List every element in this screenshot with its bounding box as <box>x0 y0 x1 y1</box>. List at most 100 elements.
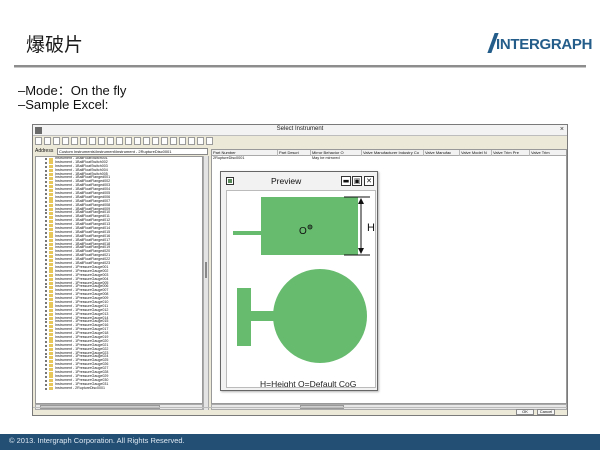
minimize-icon[interactable]: ▬ <box>341 176 351 186</box>
expand-icon[interactable] <box>45 158 47 160</box>
expand-icon[interactable] <box>45 360 47 363</box>
expand-icon[interactable] <box>45 321 47 324</box>
preview-titlebar[interactable]: Preview ▬ ▣ ✕ <box>221 172 377 190</box>
expand-icon[interactable] <box>45 309 47 312</box>
properties-icon[interactable] <box>71 137 78 145</box>
pane-splitter[interactable] <box>203 156 209 410</box>
expand-icon[interactable] <box>45 371 47 374</box>
cancel-button[interactable]: Cancel <box>537 409 555 415</box>
expand-icon[interactable] <box>45 282 47 285</box>
expand-icon[interactable] <box>45 235 47 238</box>
expand-icon[interactable] <box>45 340 47 343</box>
expand-icon[interactable] <box>45 379 47 382</box>
expand-icon[interactable] <box>45 344 47 347</box>
copy-icon[interactable] <box>188 137 195 145</box>
intergraph-logo: INTERGRAPH <box>496 36 593 53</box>
preview-legend: H=Height O=Default CoG <box>260 379 357 388</box>
expand-icon[interactable] <box>45 348 47 351</box>
refresh-icon[interactable] <box>143 137 150 145</box>
filter-icon[interactable] <box>80 137 87 145</box>
list-view-icon[interactable] <box>53 137 60 145</box>
help-icon[interactable] <box>206 137 213 145</box>
find-icon[interactable] <box>98 137 105 145</box>
address-row: Address Custom Instruments\Instrument\In… <box>35 148 235 156</box>
up-folder-icon[interactable] <box>44 137 51 145</box>
expand-icon[interactable] <box>45 220 47 223</box>
expand-icon[interactable] <box>45 255 47 258</box>
swap-icon[interactable] <box>170 137 177 145</box>
expand-icon[interactable] <box>45 200 47 203</box>
expand-icon[interactable] <box>45 259 47 262</box>
expand-icon[interactable] <box>45 196 47 199</box>
expand-icon[interactable] <box>45 247 47 250</box>
expand-icon[interactable] <box>45 356 47 359</box>
expand-icon[interactable] <box>45 387 47 390</box>
expand-icon[interactable] <box>45 368 47 371</box>
expand-icon[interactable] <box>45 364 47 367</box>
expand-icon[interactable] <box>45 189 47 192</box>
expand-icon[interactable] <box>45 336 47 339</box>
list-item[interactable]: Instrument - 2RuptureDisc0001 <box>36 386 202 391</box>
expand-icon[interactable] <box>45 301 47 304</box>
close-icon[interactable]: ✕ <box>364 176 374 186</box>
expand-icon[interactable] <box>45 193 47 196</box>
expand-icon[interactable] <box>45 204 47 207</box>
window-titlebar[interactable]: Select Instrument × <box>33 125 567 136</box>
splitter-grip[interactable] <box>205 262 207 278</box>
instrument-tree[interactable]: Instrument - 1BallFloatSwitch001 Instrume… <box>35 156 203 404</box>
expand-icon[interactable] <box>45 270 47 273</box>
expand-icon[interactable] <box>45 325 47 328</box>
expand-icon[interactable] <box>45 329 47 332</box>
expand-icon[interactable] <box>45 352 47 355</box>
table-row[interactable]: 2RuptureDisc0001 May be mirrored <box>212 156 566 161</box>
expand-icon[interactable] <box>45 274 47 277</box>
expand-icon[interactable] <box>45 165 47 168</box>
details-view-icon[interactable] <box>62 137 69 145</box>
expand-icon[interactable] <box>45 278 47 281</box>
filter-green-icon[interactable] <box>179 137 186 145</box>
nav-forward-icon[interactable] <box>161 137 168 145</box>
expand-icon[interactable] <box>45 294 47 297</box>
expand-icon[interactable] <box>45 224 47 227</box>
back-icon[interactable] <box>35 137 42 145</box>
columns-icon[interactable] <box>134 137 141 145</box>
window-close-button[interactable]: × <box>560 126 564 133</box>
expand-icon[interactable] <box>45 181 47 184</box>
expand-icon[interactable] <box>45 161 47 164</box>
preview-icon[interactable] <box>125 137 132 145</box>
expand-icon[interactable] <box>45 290 47 293</box>
expand-icon[interactable] <box>45 266 47 269</box>
expand-icon[interactable] <box>45 305 47 308</box>
nav-back-icon[interactable] <box>152 137 159 145</box>
expand-icon[interactable] <box>45 313 47 316</box>
expand-icon[interactable] <box>45 298 47 301</box>
footer-bar: © 2013. Intergraph Corporation. All Righ… <box>0 434 600 450</box>
expand-icon[interactable] <box>45 185 47 188</box>
expand-icon[interactable] <box>45 169 47 172</box>
expand-icon[interactable] <box>45 212 47 215</box>
address-input[interactable]: Custom Instruments\Instrument\Instrument… <box>57 148 208 155</box>
expand-icon[interactable] <box>45 216 47 219</box>
pin-icon[interactable] <box>197 137 204 145</box>
table-cell: May be mirrored <box>312 156 340 160</box>
expand-icon[interactable] <box>45 263 47 266</box>
expand-icon[interactable] <box>45 333 47 336</box>
folder-icon <box>49 387 53 391</box>
expand-icon[interactable] <box>45 228 47 231</box>
expand-icon[interactable] <box>45 243 47 246</box>
expand-icon[interactable] <box>45 177 47 180</box>
ok-button[interactable]: OK <box>516 409 534 415</box>
expand-icon[interactable] <box>45 239 47 242</box>
tree-view-icon[interactable] <box>107 137 114 145</box>
expand-icon[interactable] <box>45 231 47 234</box>
expand-icon[interactable] <box>45 375 47 378</box>
expand-icon[interactable] <box>45 317 47 320</box>
expand-icon[interactable] <box>45 251 47 254</box>
expand-icon[interactable] <box>45 173 47 176</box>
expand-icon[interactable] <box>45 208 47 211</box>
expand-icon[interactable] <box>45 383 47 386</box>
grid-view-icon[interactable] <box>116 137 123 145</box>
sort-icon[interactable] <box>89 137 96 145</box>
expand-icon[interactable] <box>45 286 47 289</box>
maximize-icon[interactable]: ▣ <box>352 176 362 186</box>
